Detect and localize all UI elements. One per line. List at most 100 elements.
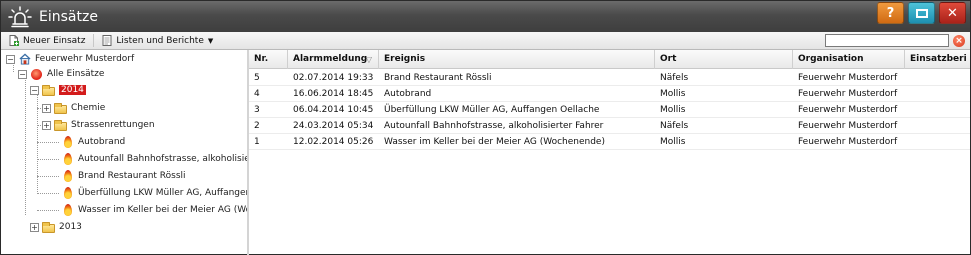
cell-nr: 5: [254, 73, 260, 83]
search-input[interactable]: [825, 34, 949, 47]
fire-icon: [61, 204, 75, 216]
cell-event: Brand Restaurant Rössli: [384, 73, 492, 83]
tree-incident[interactable]: Brand Restaurant Rössli: [61, 169, 186, 183]
new-incident-button[interactable]: Neuer Einsatz: [5, 33, 89, 49]
column-header-nr[interactable]: Nr.: [249, 50, 288, 69]
cell-location: Mollis: [660, 137, 686, 147]
tree-root-label: Feuerwehr Musterdorf: [35, 54, 135, 64]
lists-reports-label: Listen und Berichte: [116, 35, 204, 46]
cell-nr: 3: [254, 105, 260, 115]
expand-icon[interactable]: +: [30, 222, 39, 232]
cell-organisation: Feuerwehr Musterdorf: [798, 73, 898, 83]
title-bar: Einsätze ? ✕: [1, 1, 970, 32]
cell-alarm: 16.06.2014 18:45: [293, 89, 374, 99]
cell-report: [905, 70, 970, 86]
expand-icon[interactable]: +: [42, 103, 51, 113]
chevron-down-icon: ▼: [207, 36, 214, 45]
tree-incident-label: Autobrand: [78, 137, 126, 147]
table-row[interactable]: 4 16.06.2014 18:45 Autobrand Mollis Feue…: [249, 86, 970, 102]
column-header-organisation[interactable]: Organisation: [793, 50, 905, 69]
expand-icon[interactable]: +: [42, 120, 51, 130]
cell-nr: 1: [254, 137, 260, 147]
collapse-icon[interactable]: −: [30, 85, 39, 95]
grid-header: Nr. Alarmmeldung ▽ Ereignis Ort Organisa…: [249, 50, 970, 69]
cell-organisation: Feuerwehr Musterdorf: [798, 105, 898, 115]
cell-alarm: 24.03.2014 05:34: [293, 121, 374, 131]
column-header-alarmmeldung[interactable]: Alarmmeldung ▽: [288, 50, 379, 69]
cell-report: [905, 134, 970, 150]
siren-icon: [30, 68, 44, 80]
cell-location: Näfels: [660, 73, 689, 83]
cell-event: Autobrand: [384, 89, 432, 99]
cell-alarm: 06.04.2014 10:45: [293, 105, 374, 115]
cell-event: Autounfall Bahnhofstrasse, alkoholisiert…: [384, 121, 604, 131]
tree-incident-label: Brand Restaurant Rössli: [78, 171, 186, 181]
tree-connector: [37, 210, 59, 211]
tree-node-year-2013[interactable]: + 2013: [30, 220, 82, 234]
cell-location: Mollis: [660, 105, 686, 115]
close-button[interactable]: ✕: [939, 2, 966, 24]
column-header-ort[interactable]: Ort: [655, 50, 793, 69]
toolbar-separator: [93, 34, 95, 47]
cell-organisation: Feuerwehr Musterdorf: [798, 121, 898, 131]
help-button[interactable]: ?: [877, 2, 904, 24]
fire-icon: [61, 136, 75, 148]
cell-nr: 2: [254, 121, 260, 131]
cell-report: [905, 86, 970, 102]
tree-connector: [13, 65, 14, 72]
tree-incident[interactable]: Überfüllung LKW Müller AG, Auffangen: [61, 186, 247, 200]
tree-node-root[interactable]: − Feuerwehr Musterdorf: [6, 52, 134, 66]
maximize-button[interactable]: [908, 2, 935, 24]
tree-incident[interactable]: Autobrand: [61, 135, 125, 149]
table-row[interactable]: 5 02.07.2014 19:33 Brand Restaurant Röss…: [249, 70, 970, 86]
app-window: Einsätze ? ✕ Neuer Einsatz Listen und Be…: [0, 0, 971, 255]
cell-location: Mollis: [660, 89, 686, 99]
folder-icon: [54, 102, 68, 114]
folder-icon: [42, 221, 56, 233]
table-row[interactable]: 1 12.02.2014 05:26 Wasser im Keller bei …: [249, 134, 970, 150]
tree-folder-label: Strassenrettungen: [71, 120, 155, 130]
tree-connector: [37, 86, 38, 194]
report-icon: [102, 35, 112, 46]
tree-all-label: Alle Einsätze: [47, 69, 105, 79]
tree-incident[interactable]: Wasser im Keller bei der Meier AG (Wo: [61, 203, 247, 217]
incident-tree: − Feuerwehr Musterdorf − Alle Einsätze −…: [4, 52, 247, 254]
cell-organisation: Feuerwehr Musterdorf: [798, 137, 898, 147]
cell-report: [905, 102, 970, 118]
new-document-icon: [9, 35, 19, 46]
tree-folder-strassenrettungen[interactable]: + Strassenrettungen: [42, 118, 155, 132]
tree-folder-chemie[interactable]: + Chemie: [42, 101, 105, 115]
tree-incident-label: Autounfall Bahnhofstrasse, alkoholisier: [78, 154, 247, 164]
table-row[interactable]: 2 24.03.2014 05:34 Autounfall Bahnhofstr…: [249, 118, 970, 134]
tree-node-all[interactable]: − Alle Einsätze: [18, 67, 104, 81]
collapse-icon[interactable]: −: [18, 69, 27, 79]
fire-station-icon: [18, 53, 32, 65]
table-row[interactable]: 3 06.04.2014 10:45 Überfüllung LKW Mülle…: [249, 102, 970, 118]
folder-icon: [54, 119, 68, 131]
collapse-icon[interactable]: −: [6, 54, 15, 64]
folder-icon: [42, 84, 56, 96]
tree-connector: [37, 159, 59, 160]
cell-event: Wasser im Keller bei der Meier AG (Woche…: [384, 137, 605, 147]
maximize-icon: [915, 8, 928, 18]
new-incident-label: Neuer Einsatz: [23, 35, 86, 46]
tree-node-year-2014[interactable]: − 2014: [30, 83, 86, 97]
clear-search-icon[interactable]: ×: [953, 35, 965, 47]
fire-icon: [61, 170, 75, 182]
cell-alarm: 02.07.2014 19:33: [293, 73, 374, 83]
cell-event: Überfüllung LKW Müller AG, Auffangen Oel…: [384, 105, 600, 115]
incident-grid: Nr. Alarmmeldung ▽ Ereignis Ort Organisa…: [249, 50, 970, 255]
column-header-ereignis[interactable]: Ereignis: [379, 50, 655, 69]
cell-nr: 4: [254, 89, 260, 99]
cell-alarm: 12.02.2014 05:26: [293, 137, 374, 147]
tree-incident[interactable]: Autounfall Bahnhofstrasse, alkoholisier: [61, 152, 247, 166]
cell-report: [905, 118, 970, 134]
tree-incident-label: Überfüllung LKW Müller AG, Auffangen: [78, 188, 247, 198]
siren-icon: [7, 4, 33, 30]
column-header-einsatzbericht[interactable]: Einsatzberi: [905, 50, 970, 69]
tree-folder-label: Chemie: [71, 103, 106, 113]
fire-icon: [61, 153, 75, 165]
sort-descending-icon: ▽: [365, 55, 372, 64]
lists-reports-button[interactable]: Listen und Berichte ▼: [98, 33, 217, 49]
window-title: Einsätze: [39, 8, 98, 25]
